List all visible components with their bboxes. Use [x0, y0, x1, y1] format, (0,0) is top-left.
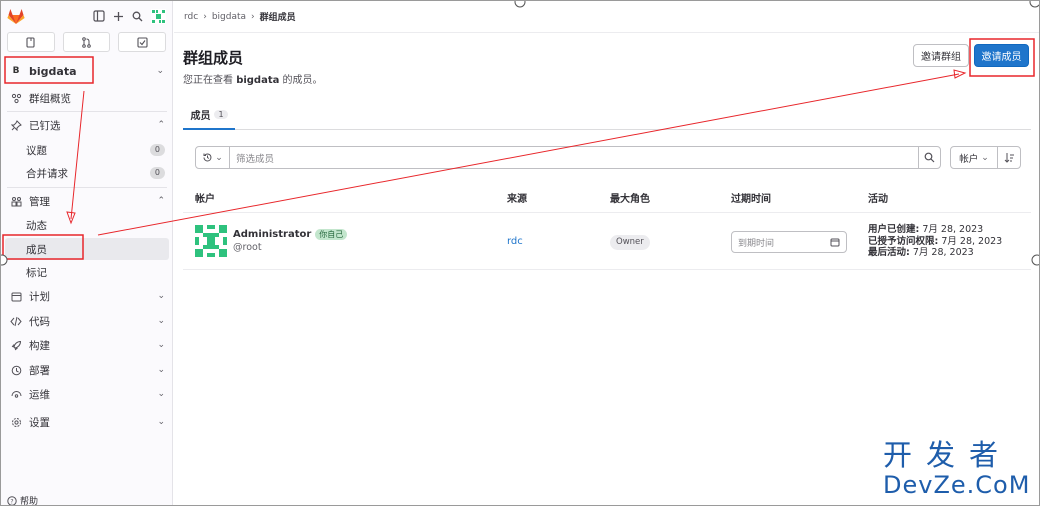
member-source-link[interactable]: rdc: [507, 236, 523, 247]
sidebar-item-settings[interactable]: 设置 ⌄: [5, 411, 169, 433]
sidebar-item-pinned[interactable]: 已钉选 ⌃: [5, 114, 169, 136]
sidebar-item-labels[interactable]: 标记: [5, 261, 169, 283]
chevron-up-icon: ⌃: [157, 196, 165, 206]
merge-requests-shortcut-button[interactable]: [62, 32, 111, 52]
search-icon[interactable]: [132, 11, 143, 22]
sidebar-item-issues[interactable]: 议题 0: [5, 139, 169, 161]
group-icon: [9, 93, 23, 104]
sidebar-toggle-icon[interactable]: [93, 10, 105, 22]
chevron-down-icon: ⌄: [156, 66, 164, 76]
breadcrumb-item-rdc[interactable]: rdc: [184, 12, 198, 22]
chevron-down-icon: ⌄: [215, 152, 223, 163]
column-header-source: 来源: [507, 194, 527, 205]
member-role-badge: Owner: [610, 235, 650, 250]
breadcrumb-item-bigdata[interactable]: bigdata: [212, 12, 246, 22]
table-row: Administrator 你自己 @root rdc Owner 到期时间 用户…: [183, 213, 1031, 270]
chevron-down-icon: ⌄: [157, 389, 165, 399]
settings-icon: [9, 417, 23, 428]
invite-group-button[interactable]: 邀请群组: [913, 44, 969, 67]
sidebar-shortcut-tabs: [1, 32, 172, 52]
breadcrumb: rdc › bigdata › 群组成员: [174, 1, 1039, 33]
group-context-switcher[interactable]: B bigdata ⌄: [5, 58, 168, 84]
expiration-date-input[interactable]: 到期时间: [731, 231, 847, 253]
plus-icon[interactable]: [113, 11, 124, 22]
todo-shortcut-button[interactable]: [118, 32, 167, 52]
column-header-expiration: 过期时间: [731, 194, 771, 205]
merge-request-icon: [81, 36, 92, 48]
sidebar-item-code[interactable]: 代码 ⌄: [5, 310, 169, 332]
pin-icon: [9, 119, 23, 131]
group-badge: B: [12, 66, 20, 76]
sidebar-top-bar: [1, 1, 172, 31]
code-icon: [9, 316, 23, 327]
issues-count-badge: 0: [149, 144, 165, 156]
todo-icon: [137, 36, 148, 48]
sort-field-dropdown[interactable]: 帐户 ⌄: [951, 147, 998, 168]
chevron-down-icon: ⌄: [157, 316, 165, 326]
chevron-up-icon: ⌃: [157, 120, 165, 130]
deploy-icon: [9, 365, 23, 376]
members-count-badge: 1: [214, 110, 228, 119]
page-title: 群组成员: [183, 49, 244, 67]
issues-icon: [25, 36, 36, 48]
breadcrumb-item-current: 群组成员: [259, 13, 296, 23]
members-table-header: 帐户 来源 最大角色 过期时间 活动: [183, 181, 1031, 213]
member-name[interactable]: Administrator 你自己: [233, 229, 348, 240]
monitor-icon: [9, 389, 23, 400]
member-activity: 用户已创建: 7月 28, 2023 已授予访问权限: 7月 28, 2023 …: [868, 224, 1003, 258]
history-dropdown[interactable]: ⌄: [196, 147, 230, 168]
app-window: B bigdata ⌄ 群组概览 已钉选 ⌃ 议题 0 合并请求 0 管理 ⌃ 动态 成…: [0, 0, 1040, 506]
column-header-max-role: 最大角色: [610, 194, 650, 205]
sidebar-item-build[interactable]: 构建 ⌄: [5, 334, 169, 356]
sidebar-item-operate[interactable]: 运维 ⌄: [5, 383, 169, 405]
issues-shortcut-button[interactable]: [7, 32, 55, 52]
self-badge: 你自己: [315, 229, 348, 240]
filter-search-button[interactable]: [918, 147, 940, 168]
page-description: 您正在查看 bigdata 的成员。: [183, 75, 323, 86]
calendar-icon: [9, 291, 23, 302]
sidebar-item-plan[interactable]: 计划 ⌄: [5, 285, 169, 307]
sidebar-item-members[interactable]: 成员: [5, 238, 169, 260]
search-icon: [924, 152, 935, 163]
main-content: rdc › bigdata › 群组成员 群组成员 您正在查看 bigdata 的成…: [174, 1, 1039, 505]
sidebar-item-merge-requests[interactable]: 合并请求 0: [5, 162, 169, 184]
rocket-icon: [9, 340, 23, 351]
group-name: bigdata: [29, 64, 77, 78]
sort-direction-icon: [1004, 152, 1015, 163]
members-tabs: 成员 1: [183, 101, 1031, 130]
column-header-activity: 活动: [868, 194, 888, 205]
help-link[interactable]: ? 帮助: [7, 494, 38, 505]
filter-members-input[interactable]: 筛选成员: [230, 151, 918, 165]
sidebar: B bigdata ⌄ 群组概览 已钉选 ⌃ 议题 0 合并请求 0 管理 ⌃ 动态 成…: [1, 1, 173, 505]
user-avatar-icon[interactable]: [151, 8, 166, 24]
sidebar-item-manage[interactable]: 管理 ⌃: [5, 190, 169, 212]
tab-members[interactable]: 成员 1: [183, 101, 235, 130]
avatar[interactable]: [195, 225, 227, 257]
gitlab-logo-icon[interactable]: [7, 8, 25, 25]
member-username: @root: [233, 242, 262, 253]
sort-direction-button[interactable]: [998, 147, 1020, 168]
help-icon: ?: [7, 495, 17, 505]
svg-text:?: ?: [10, 498, 13, 505]
sidebar-item-activity[interactable]: 动态: [5, 214, 169, 236]
manage-icon: [9, 196, 23, 207]
watermark: 开发者 DevZe.CoM: [883, 438, 1031, 499]
invite-members-button[interactable]: 邀请成员: [974, 44, 1029, 67]
sort-control: 帐户 ⌄: [950, 146, 1021, 169]
history-icon: [202, 152, 213, 163]
sidebar-item-deploy[interactable]: 部署 ⌄: [5, 359, 169, 381]
calendar-icon: [830, 237, 840, 247]
chevron-down-icon: ⌄: [157, 365, 165, 375]
merge-requests-count-badge: 0: [149, 167, 165, 179]
chevron-down-icon: ⌄: [157, 291, 165, 301]
column-header-account: 帐户: [195, 194, 215, 205]
sidebar-item-group-overview[interactable]: 群组概览: [5, 87, 169, 109]
chevron-down-icon: ⌄: [157, 340, 165, 350]
chevron-down-icon: ⌄: [157, 417, 165, 427]
chevron-down-icon: ⌄: [981, 152, 989, 163]
member-filter-bar: ⌄ 筛选成员: [195, 146, 941, 169]
